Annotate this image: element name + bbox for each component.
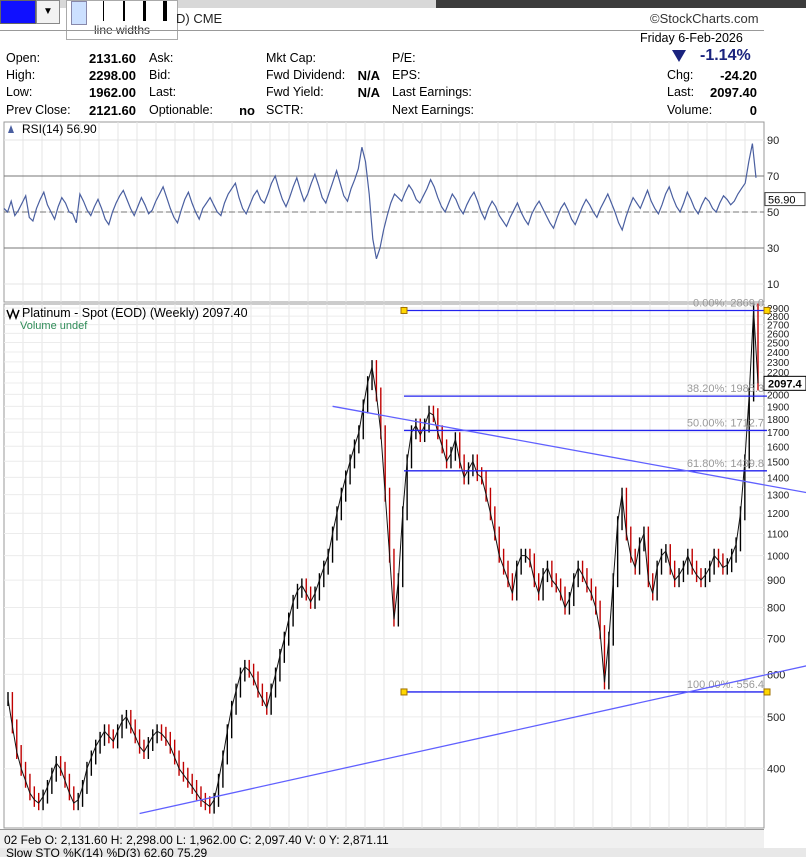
price-tick-label: 1300 xyxy=(767,491,790,502)
price-tick-label: 1600 xyxy=(767,442,790,453)
price-tick-label: 2000 xyxy=(767,390,790,401)
rsi-current-value: 56.90 xyxy=(768,195,796,207)
fib-anchor-handle xyxy=(400,306,408,314)
fib-level-label: 38.20%: 1985.3 xyxy=(687,383,764,395)
price-tick-label: 2400 xyxy=(767,348,790,359)
price-tick-label: 1900 xyxy=(767,402,790,413)
price-tick-label: 800 xyxy=(767,603,785,615)
price-tick-label: 1000 xyxy=(767,552,790,563)
price-tick-label: 700 xyxy=(767,634,785,646)
fib-level-label: 0.00%: 2869.0 xyxy=(693,297,764,309)
price-tick-label: 1500 xyxy=(767,457,790,468)
price-title: Platinum - Spot (EOD) (Weekly) 2097.40 xyxy=(22,306,248,320)
fib-anchor-handle xyxy=(763,688,771,696)
chart-canvas: 907050301056.90RSI(14) 56.90 40050060070… xyxy=(3,121,806,845)
fib-level-label: 50.00%: 1712.7 xyxy=(687,417,764,429)
ohlc-readout-strip: 02 Feb O: 2,131.60 H: 2,298.00 L: 1,962.… xyxy=(0,829,764,850)
price-tick-label: 1800 xyxy=(767,415,790,426)
fib-anchor-handle xyxy=(763,306,771,314)
rsi-tick-label: 90 xyxy=(767,135,779,147)
rsi-tick-label: 30 xyxy=(767,243,779,255)
rsi-tick-label: 70 xyxy=(767,171,779,183)
fib-level-label: 61.80%: 1439.8 xyxy=(687,458,764,470)
ohlc-readout: 02 Feb O: 2,131.60 H: 2,298.00 L: 1,962.… xyxy=(4,833,389,847)
slow-sto-label: Slow STO %K(14) %D(3) 62.60 75.29 xyxy=(6,848,208,857)
rsi-tick-label: 50 xyxy=(767,207,779,219)
price-tick-label: 500 xyxy=(767,712,785,724)
price-tick-label: 1700 xyxy=(767,428,790,439)
rsi-panel: 90 70 50 30 10 56.90 RSI(14) 56.90 xyxy=(3,121,806,303)
volume-subtitle: Volume undef xyxy=(20,320,88,332)
price-tick-label: 1100 xyxy=(767,529,789,540)
slow-sto-strip: Slow STO %K(14) %D(3) 62.60 75.29 xyxy=(0,848,806,857)
price-panel: 4005006007008009001000110012001300140015… xyxy=(3,297,806,845)
price-tick-label: 1200 xyxy=(767,509,790,520)
price-tick-label: 400 xyxy=(767,764,785,776)
price-tick-label: 2300 xyxy=(767,358,790,369)
rsi-title: RSI(14) 56.90 xyxy=(22,122,97,136)
price-tick-label: 900 xyxy=(767,575,785,587)
last-value-label: 2097.4 xyxy=(768,378,803,390)
rsi-tick-label: 10 xyxy=(767,279,779,291)
fib-anchor-handle xyxy=(400,688,408,696)
price-tick-label: 1400 xyxy=(767,473,790,484)
